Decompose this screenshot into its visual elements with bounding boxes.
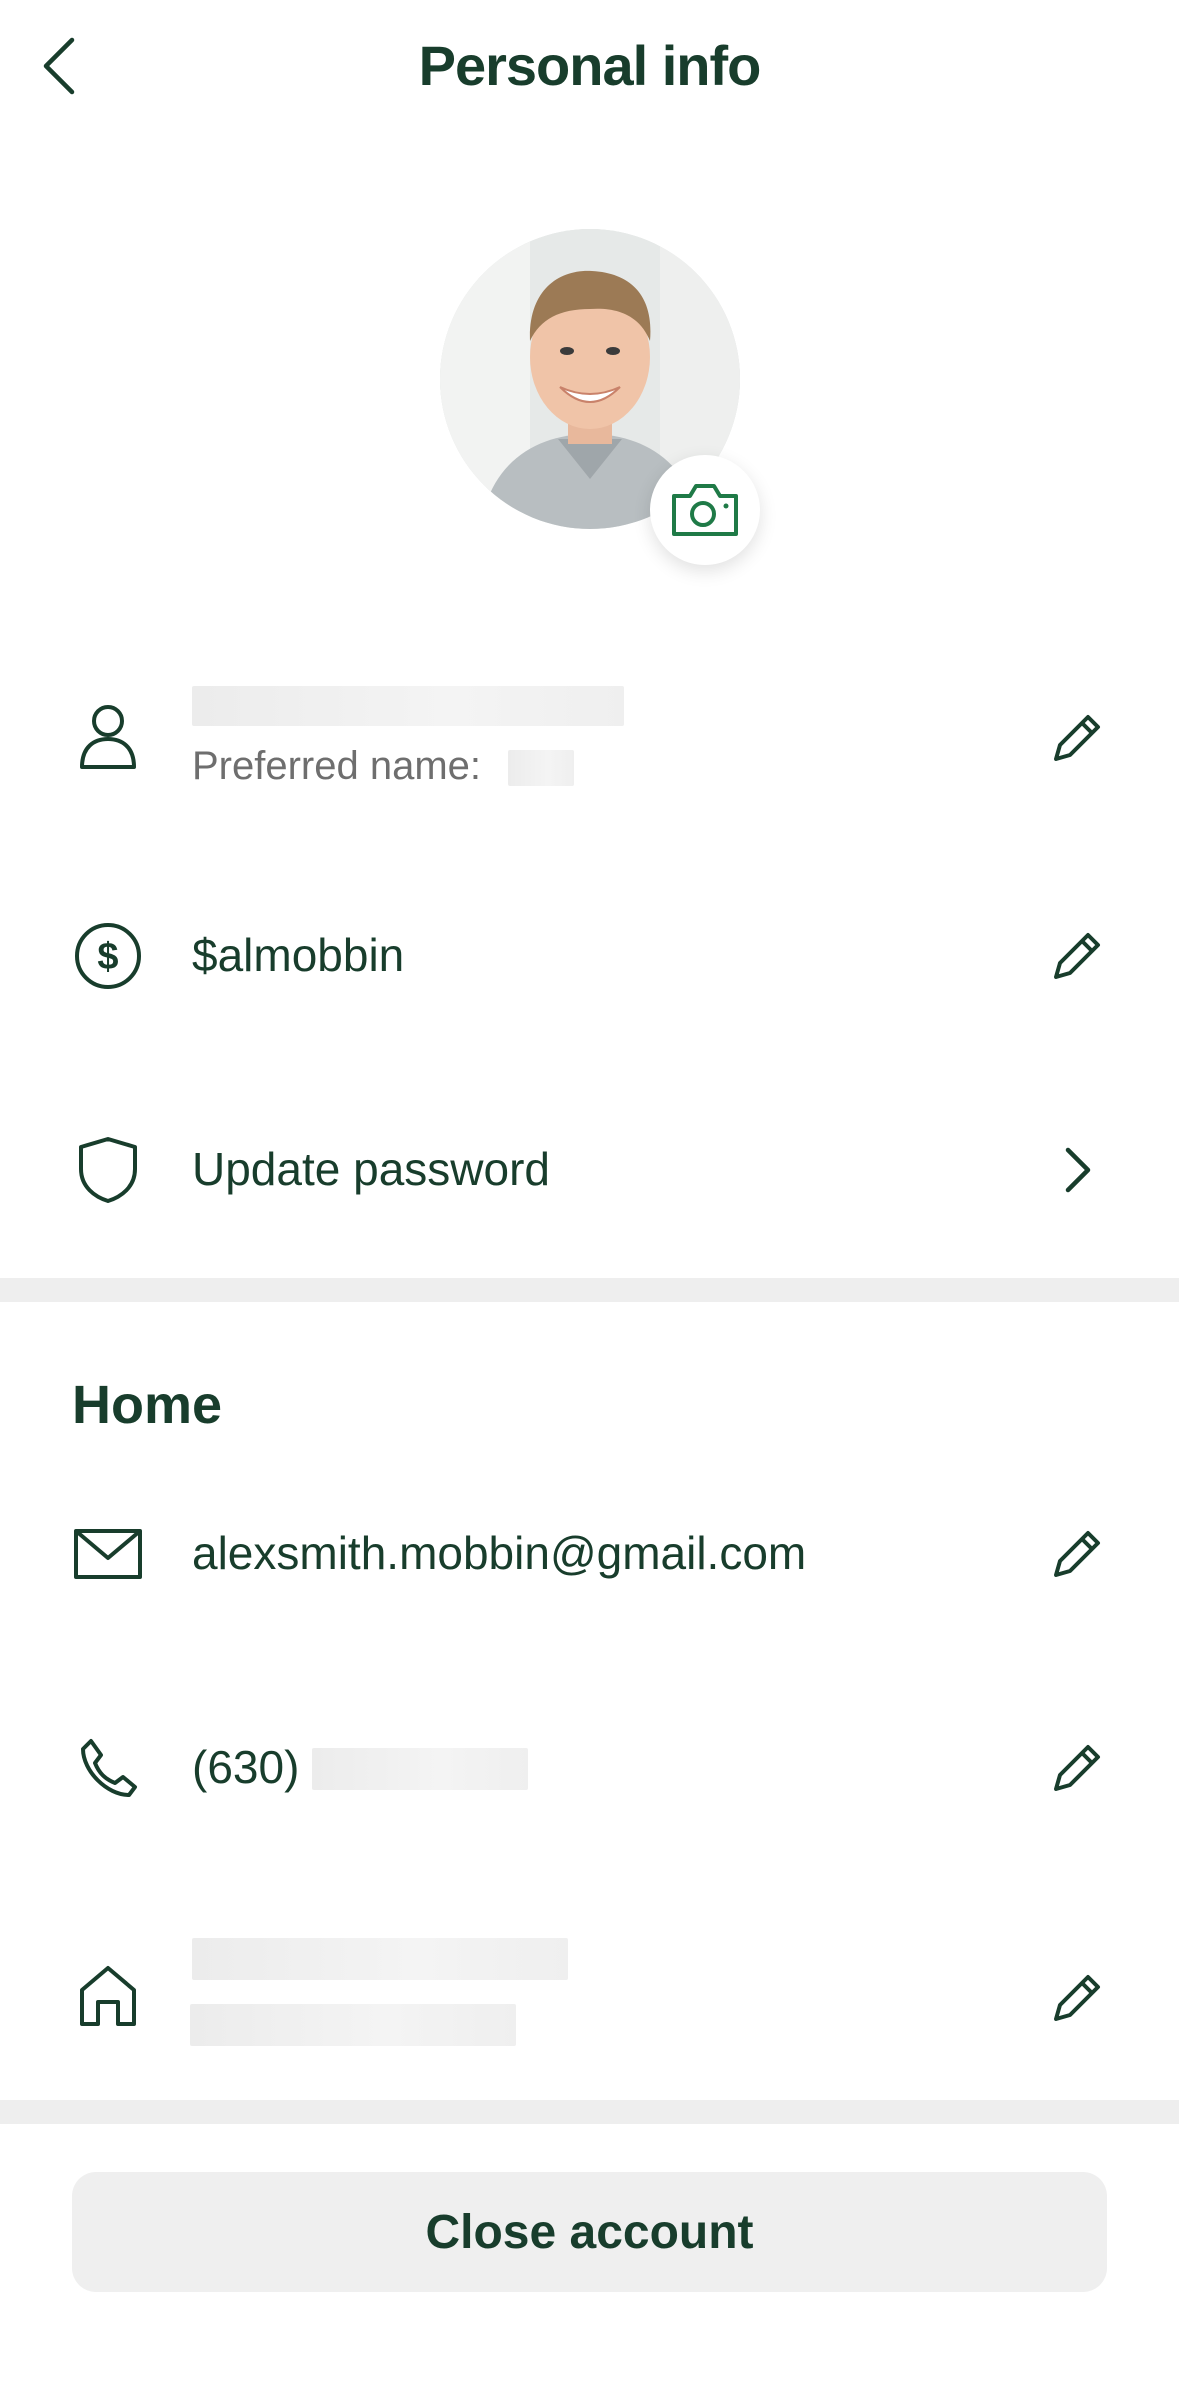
edit-address-button[interactable] bbox=[1045, 1966, 1109, 2030]
section-divider bbox=[0, 2100, 1179, 2124]
edit-email-button[interactable] bbox=[1045, 1522, 1109, 1586]
chevron-right-icon bbox=[1045, 1138, 1109, 1202]
update-password-row[interactable]: Update password bbox=[0, 1124, 1179, 1216]
svg-text:$: $ bbox=[97, 936, 118, 978]
pencil-icon bbox=[1054, 715, 1100, 761]
address-row[interactable] bbox=[0, 1932, 1179, 2052]
phone-icon bbox=[72, 1732, 144, 1804]
redacted-name bbox=[192, 686, 624, 726]
home-section-title: Home bbox=[72, 1375, 223, 1435]
shield-icon bbox=[72, 1134, 144, 1206]
person-icon bbox=[72, 700, 144, 772]
phone-value: (630) bbox=[192, 1741, 300, 1793]
cashtag-value: $almobbin bbox=[192, 929, 405, 981]
redacted-address-line-2 bbox=[190, 2004, 516, 2046]
change-photo-button[interactable] bbox=[650, 455, 760, 565]
camera-icon bbox=[672, 484, 738, 536]
pencil-icon bbox=[1054, 1975, 1100, 2021]
home-icon bbox=[72, 1960, 144, 2032]
mail-icon bbox=[72, 1518, 144, 1590]
phone-row[interactable]: (630) bbox=[0, 1722, 1179, 1814]
update-password-label: Update password bbox=[192, 1143, 550, 1195]
email-row[interactable]: alexsmith.mobbin@gmail.com bbox=[0, 1508, 1179, 1600]
preferred-name-label: Preferred name: bbox=[192, 744, 482, 788]
personal-info-screen: Personal info Preferred name: $ $almobbi… bbox=[0, 0, 1179, 2396]
redacted-phone bbox=[312, 1748, 528, 1790]
edit-cashtag-button[interactable] bbox=[1045, 924, 1109, 988]
redacted-preferred-name bbox=[508, 750, 574, 786]
edit-name-button[interactable] bbox=[1045, 706, 1109, 770]
pencil-icon bbox=[1054, 1745, 1100, 1791]
cashtag-row[interactable]: $ $almobbin bbox=[0, 910, 1179, 1002]
email-value: alexsmith.mobbin@gmail.com bbox=[192, 1527, 807, 1579]
section-divider bbox=[0, 1278, 1179, 1302]
dollar-circle-icon: $ bbox=[72, 920, 144, 992]
pencil-icon bbox=[1054, 1531, 1100, 1577]
pencil-icon bbox=[1054, 933, 1100, 979]
edit-phone-button[interactable] bbox=[1045, 1736, 1109, 1800]
page-title: Personal info bbox=[418, 34, 762, 97]
name-row[interactable]: Preferred name: bbox=[0, 680, 1179, 810]
close-account-button[interactable]: Close account bbox=[72, 2172, 1107, 2292]
redacted-address-line-1 bbox=[192, 1938, 568, 1980]
